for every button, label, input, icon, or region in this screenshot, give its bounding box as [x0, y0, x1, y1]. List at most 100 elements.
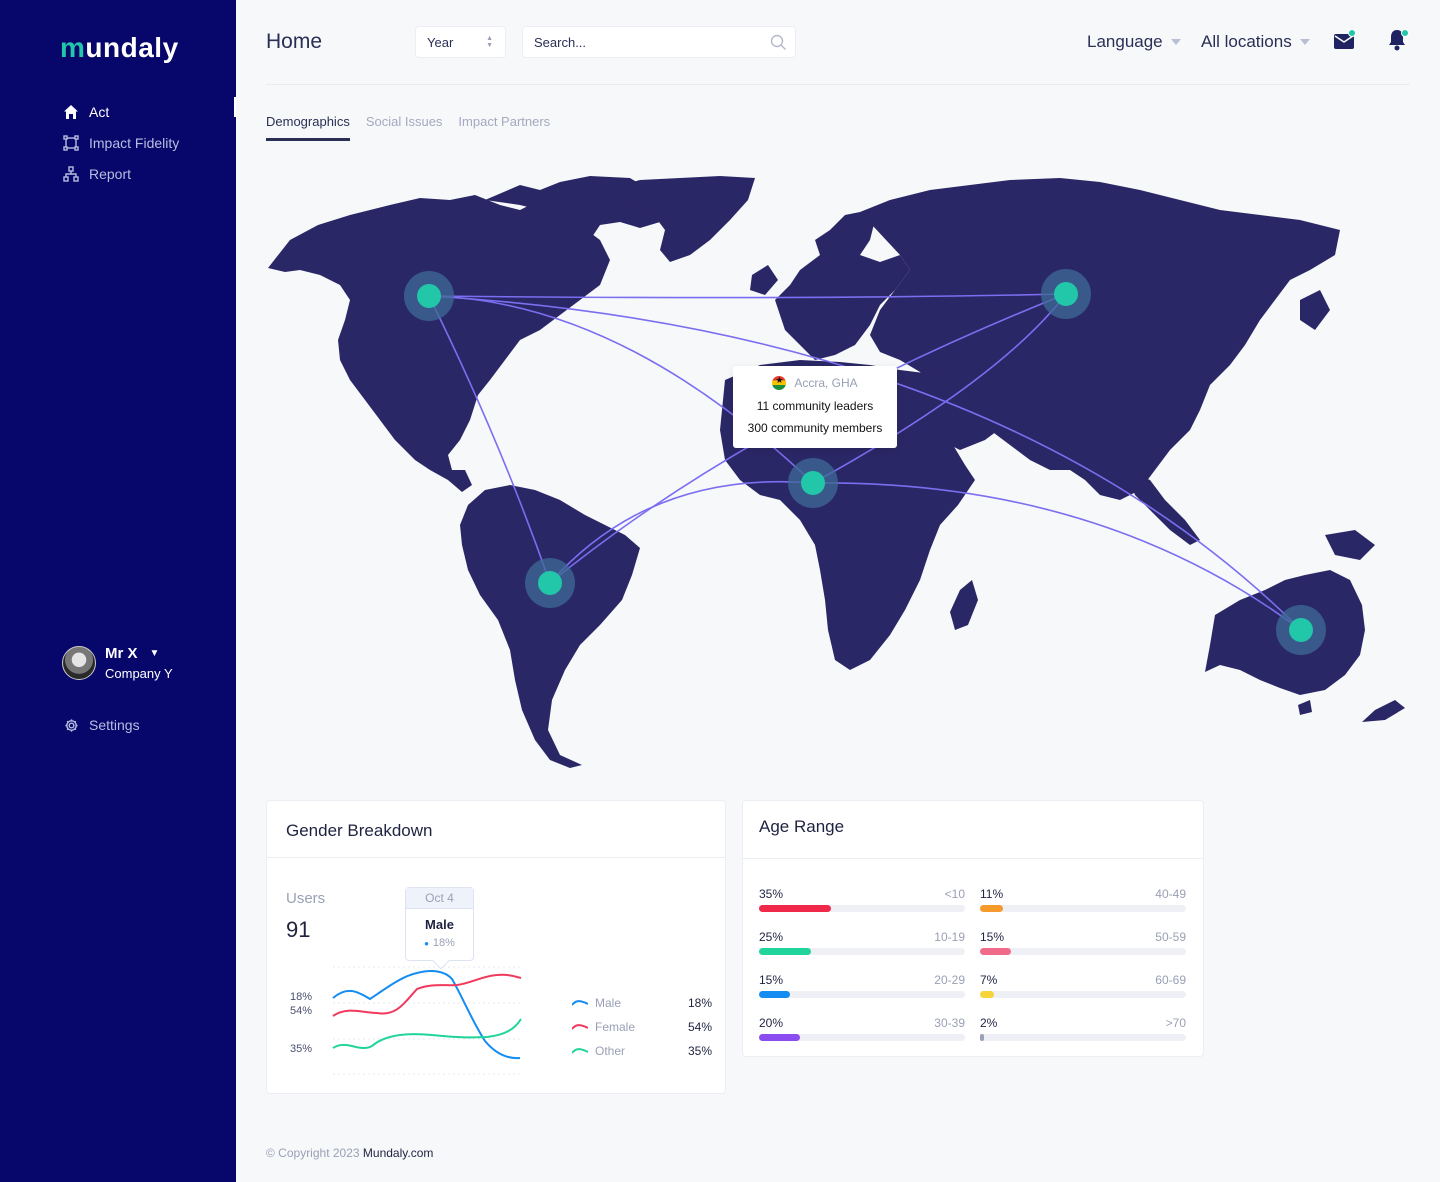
age-range-percent: 20%	[759, 1016, 784, 1030]
caret-down-icon	[1299, 39, 1310, 45]
copyright-text: © Copyright 2023	[266, 1146, 360, 1160]
sort-arrows-icon: ▲ ▼	[486, 35, 493, 49]
age-range-percent: 25%	[759, 930, 784, 944]
continents	[268, 176, 1405, 768]
north-america	[268, 195, 610, 492]
user-name: Mr X	[105, 645, 138, 662]
node-australia[interactable]	[1289, 618, 1313, 642]
age-range-header: 25% 10-19	[759, 930, 965, 944]
language-label: Language	[1087, 32, 1163, 51]
age-range-item: 15% 50-59	[980, 930, 1186, 955]
mundaly-logo[interactable]: m undaly	[60, 32, 179, 64]
node-accra[interactable]	[801, 471, 825, 495]
new-guinea	[1325, 530, 1375, 560]
sidebar-item-act[interactable]: Act	[62, 96, 236, 127]
age-range-label: 30-39	[934, 1016, 965, 1030]
age-range-percent: 2%	[980, 1016, 998, 1030]
settings-label: Settings	[89, 717, 140, 733]
sidebar-item-report[interactable]: Report	[62, 158, 236, 189]
search-input[interactable]	[523, 27, 753, 57]
chart-gridlines	[333, 966, 521, 1075]
locations-dropdown[interactable]: All locations	[1201, 32, 1310, 52]
age-range-card: Age Range 35% <10 25% 10-19 15% 20-29 20% 30-39…	[742, 800, 1204, 1057]
language-dropdown[interactable]: Language	[1087, 32, 1181, 52]
age-range-label: 20-29	[934, 973, 965, 987]
age-range-track	[759, 1034, 965, 1041]
search-icon[interactable]	[770, 34, 787, 56]
card-title: Age Range	[759, 817, 845, 836]
frame-icon	[62, 134, 80, 152]
legend-label: Male	[595, 996, 622, 1010]
tab-impact-partners[interactable]: Impact Partners	[458, 114, 550, 141]
y-axis-label: 35%	[290, 1043, 313, 1055]
age-range-item: 11% 40-49	[980, 887, 1186, 912]
chevron-down-icon[interactable]: ▼	[150, 648, 160, 659]
sidebar-item-label: Report	[89, 165, 132, 182]
age-range-header: 2% >70	[980, 1016, 1186, 1030]
notifications-button[interactable]	[1387, 28, 1409, 57]
tab-bar: Demographics Social Issues Impact Partne…	[266, 114, 566, 141]
japan	[1300, 290, 1330, 330]
user-profile[interactable]: Mr X ▼ Company Y	[62, 645, 173, 681]
legend-value: 54%	[687, 1020, 712, 1034]
age-range-track	[980, 1034, 1186, 1041]
uk	[750, 265, 778, 295]
mail-button[interactable]	[1333, 29, 1356, 55]
age-range-fill	[759, 991, 790, 998]
age-range-item: 15% 20-29	[759, 973, 965, 998]
map-tooltip: Accra, GHA 11 community leaders 300 comm…	[733, 366, 897, 448]
y-axis-label: 18%	[290, 991, 313, 1003]
age-range-percent: 15%	[759, 973, 784, 987]
legend-label: Female	[595, 1020, 636, 1034]
age-range-fill	[759, 948, 811, 955]
age-range-track	[759, 991, 965, 998]
gear-icon	[64, 718, 79, 733]
tooltip-location-text: Accra, GHA	[794, 376, 858, 390]
legend-value: 18%	[687, 996, 712, 1010]
locations-label: All locations	[1201, 32, 1292, 51]
age-range-header: 7% 60-69	[980, 973, 1186, 987]
hierarchy-icon	[62, 165, 80, 183]
node-south-america[interactable]	[538, 571, 562, 595]
age-range-label: 60-69	[1155, 973, 1186, 987]
tab-demographics[interactable]: Demographics	[266, 114, 350, 141]
avatar	[62, 646, 96, 680]
year-select-value: Year	[427, 34, 454, 50]
age-range-header: 11% 40-49	[980, 887, 1186, 901]
tab-social-issues[interactable]: Social Issues	[366, 114, 443, 141]
copyright: © Copyright 2023 Mundaly.com	[266, 1146, 433, 1160]
legend-item-male: Male 18%	[572, 996, 712, 1010]
age-range-fill	[980, 948, 1011, 955]
age-range-label: <10	[944, 887, 965, 901]
female-series-line	[332, 973, 522, 1017]
other-series-line	[332, 1018, 522, 1049]
age-range-percent: 35%	[759, 887, 784, 901]
sidebar-item-label: Impact Fidelity	[89, 134, 180, 151]
age-range-track	[980, 948, 1186, 955]
sidebar-item-label: Act	[89, 103, 110, 120]
y-axis-label: 54%	[290, 1005, 313, 1017]
age-range-item: 25% 10-19	[759, 930, 965, 955]
age-range-percent: 7%	[980, 973, 998, 987]
user-company: Company Y	[105, 666, 173, 681]
node-asia[interactable]	[1054, 282, 1078, 306]
sidebar-item-impact-fidelity[interactable]: Impact Fidelity	[62, 127, 236, 158]
age-range-track	[980, 905, 1186, 912]
settings-link[interactable]: Settings	[64, 717, 140, 733]
age-range-label: 10-19	[934, 930, 965, 944]
copyright-site-link[interactable]: Mundaly.com	[363, 1146, 433, 1160]
tooltip-members: 300 community members	[747, 421, 883, 435]
node-north-america[interactable]	[417, 284, 441, 308]
legend-swatch	[572, 1000, 588, 1006]
age-range-header: 15% 50-59	[980, 930, 1186, 944]
madagascar	[950, 580, 978, 630]
age-range-item: 7% 60-69	[980, 973, 1186, 998]
age-range-header: 15% 20-29	[759, 973, 965, 987]
mail-notification-dot	[1348, 29, 1356, 37]
year-select[interactable]: Year ▲ ▼	[415, 26, 506, 58]
sidebar-nav: Act Impact Fidelity Report	[62, 96, 236, 189]
age-range-label: 50-59	[1155, 930, 1186, 944]
tooltip-location: Accra, GHA	[733, 375, 897, 390]
gender-breakdown-card: Gender Breakdown Users 91 18% 54% 35% Oc…	[266, 800, 726, 1094]
age-range-track	[759, 948, 965, 955]
